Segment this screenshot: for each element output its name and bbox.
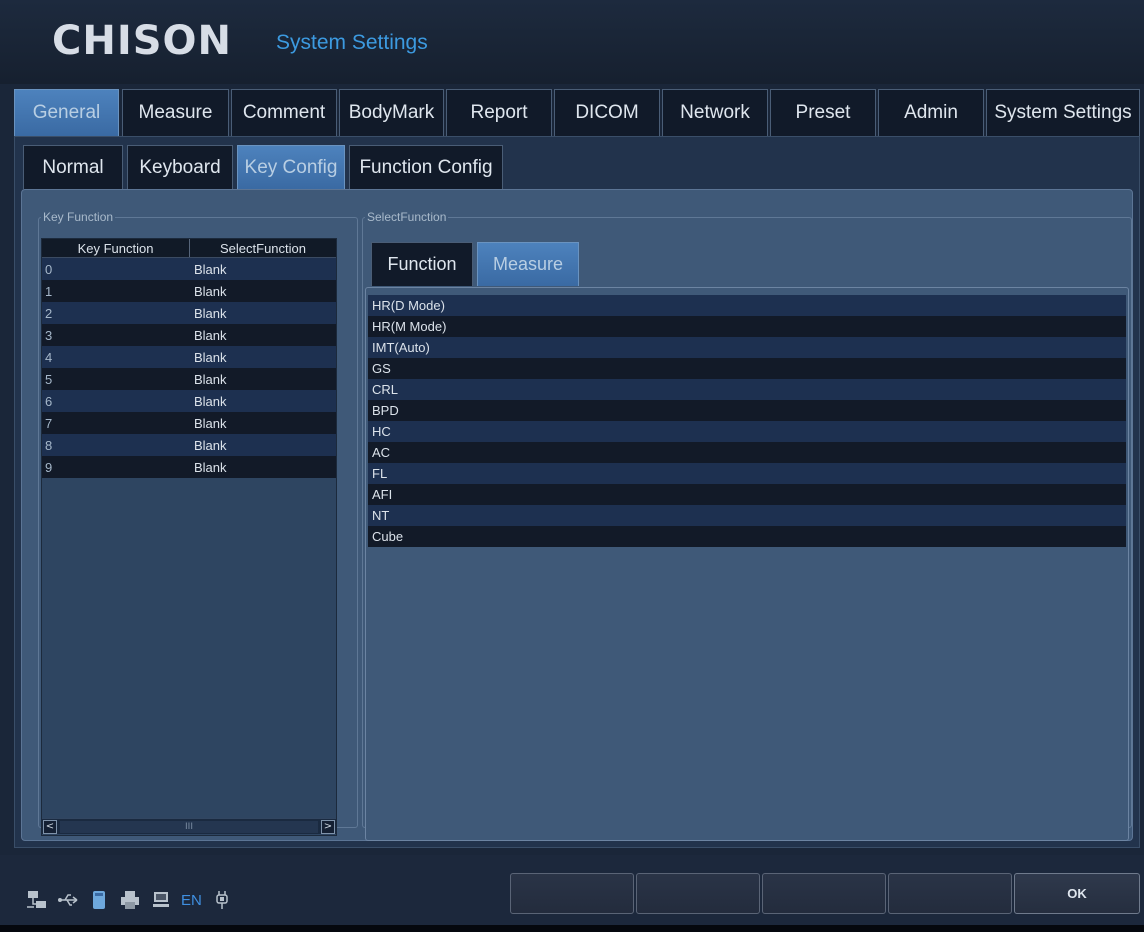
sub-tab-bar: Normal Keyboard Key Config Function Conf… <box>23 145 823 189</box>
select-function-legend: SelectFunction <box>367 210 447 224</box>
tab-admin[interactable]: Admin <box>878 89 984 136</box>
measure-function-list: HR(D Mode) HR(M Mode) IMT(Auto) GS CRL B… <box>368 295 1126 547</box>
bottom-status-bar: EN OK <box>0 855 1144 925</box>
page-title: System Settings <box>276 31 428 54</box>
key-assigned-function: Blank <box>194 261 227 277</box>
list-item[interactable]: HC <box>368 421 1126 442</box>
usb-icon <box>57 890 79 910</box>
select-function-group: SelectFunction Function Measure HR(D Mod… <box>362 210 1132 841</box>
soft-button-4[interactable] <box>888 873 1012 914</box>
key-table-body: 0 Blank 1 Blank 2 Blank 3 Blank 4 Blank 5 Blan… <box>42 258 336 478</box>
key-assigned-function: Blank <box>194 415 227 431</box>
tab-function[interactable]: Function <box>371 242 473 286</box>
tab-report[interactable]: Report <box>446 89 552 136</box>
table-row[interactable]: 0 Blank <box>42 258 336 280</box>
tab-dicom[interactable]: DICOM <box>554 89 660 136</box>
list-item[interactable]: IMT(Auto) <box>368 337 1126 358</box>
table-row[interactable]: 1 Blank <box>42 280 336 302</box>
tab-bodymark[interactable]: BodyMark <box>339 89 444 136</box>
list-item[interactable]: AC <box>368 442 1126 463</box>
key-table-header: Key Function SelectFunction <box>42 239 336 258</box>
list-item[interactable]: GS <box>368 358 1126 379</box>
key-assigned-function: Blank <box>194 371 227 387</box>
scroll-thumb[interactable]: III <box>60 821 318 833</box>
list-item[interactable]: FL <box>368 463 1126 484</box>
list-item[interactable]: NT <box>368 505 1126 526</box>
content-frame: Normal Keyboard Key Config Function Conf… <box>14 136 1140 848</box>
tab-comment[interactable]: Comment <box>231 89 337 136</box>
list-item[interactable]: HR(M Mode) <box>368 316 1126 337</box>
tab-key-config[interactable]: Key Config <box>237 145 345 189</box>
bottom-edge <box>0 925 1144 932</box>
key-index: 9 <box>45 459 53 475</box>
soft-button-3[interactable] <box>762 873 886 914</box>
chison-logo: CHISON <box>52 18 233 64</box>
key-index: 4 <box>45 349 53 365</box>
tab-system-settings[interactable]: System Settings <box>986 89 1140 136</box>
key-function-legend: Key Function <box>43 210 114 224</box>
key-assigned-function: Blank <box>194 459 227 475</box>
key-assigned-function: Blank <box>194 327 227 343</box>
column-header-key-function[interactable]: Key Function <box>42 239 190 257</box>
key-index: 5 <box>45 371 53 387</box>
key-index: 3 <box>45 327 53 343</box>
key-config-panel: Key Function Key Function SelectFunction… <box>21 189 1133 841</box>
key-function-table[interactable]: Key Function SelectFunction 0 Blank 1 Blan… <box>41 238 337 836</box>
disk-icon <box>88 890 110 910</box>
scroll-right-arrow-icon[interactable]: > <box>321 820 335 834</box>
key-function-group: Key Function Key Function SelectFunction… <box>38 210 358 836</box>
tab-network[interactable]: Network <box>662 89 768 136</box>
table-row[interactable]: 9 Blank <box>42 456 336 478</box>
measure-function-panel: HR(D Mode) HR(M Mode) IMT(Auto) GS CRL B… <box>365 287 1129 841</box>
column-header-select-function[interactable]: SelectFunction <box>190 239 336 257</box>
key-index: 8 <box>45 437 53 453</box>
horizontal-scrollbar[interactable]: < III > <box>42 818 336 834</box>
tab-normal[interactable]: Normal <box>23 145 123 189</box>
ok-button[interactable]: OK <box>1014 873 1140 914</box>
table-row[interactable]: 6 Blank <box>42 390 336 412</box>
select-function-tab-bar: Function Measure <box>371 242 771 286</box>
tab-measure[interactable]: Measure <box>122 89 229 136</box>
key-assigned-function: Blank <box>194 305 227 321</box>
power-plug-icon <box>211 890 233 910</box>
printer-icon <box>119 890 141 910</box>
list-item[interactable]: BPD <box>368 400 1126 421</box>
header-bar: CHISON System Settings <box>0 0 1144 84</box>
soft-button-group: OK <box>510 873 1140 914</box>
table-row[interactable]: 3 Blank <box>42 324 336 346</box>
key-assigned-function: Blank <box>194 349 227 365</box>
table-row[interactable]: 8 Blank <box>42 434 336 456</box>
language-indicator[interactable]: EN <box>181 892 202 909</box>
key-assigned-function: Blank <box>194 437 227 453</box>
list-item[interactable]: CRL <box>368 379 1126 400</box>
soft-button-2[interactable] <box>636 873 760 914</box>
monitor-icon <box>150 890 172 910</box>
list-item[interactable]: HR(D Mode) <box>368 295 1126 316</box>
tab-function-config[interactable]: Function Config <box>349 145 503 189</box>
key-index: 6 <box>45 393 53 409</box>
key-assigned-function: Blank <box>194 283 227 299</box>
key-index: 7 <box>45 415 53 431</box>
table-row[interactable]: 2 Blank <box>42 302 336 324</box>
table-row[interactable]: 4 Blank <box>42 346 336 368</box>
status-icons: EN <box>26 888 233 912</box>
list-item[interactable]: AFI <box>368 484 1126 505</box>
tab-keyboard[interactable]: Keyboard <box>127 145 233 189</box>
key-index: 0 <box>45 261 53 277</box>
list-item[interactable]: Cube <box>368 526 1126 547</box>
soft-button-1[interactable] <box>510 873 634 914</box>
network-icon <box>26 890 48 910</box>
tab-preset[interactable]: Preset <box>770 89 876 136</box>
key-index: 2 <box>45 305 53 321</box>
key-index: 1 <box>45 283 53 299</box>
tab-general[interactable]: General <box>14 89 119 136</box>
main-tab-bar: General Measure Comment BodyMark Report … <box>14 89 1140 136</box>
table-row[interactable]: 5 Blank <box>42 368 336 390</box>
tab-measure-functions[interactable]: Measure <box>477 242 579 286</box>
app-window: CHISON System Settings General Measure C… <box>0 0 1144 932</box>
key-assigned-function: Blank <box>194 393 227 409</box>
scroll-left-arrow-icon[interactable]: < <box>43 820 57 834</box>
table-row[interactable]: 7 Blank <box>42 412 336 434</box>
